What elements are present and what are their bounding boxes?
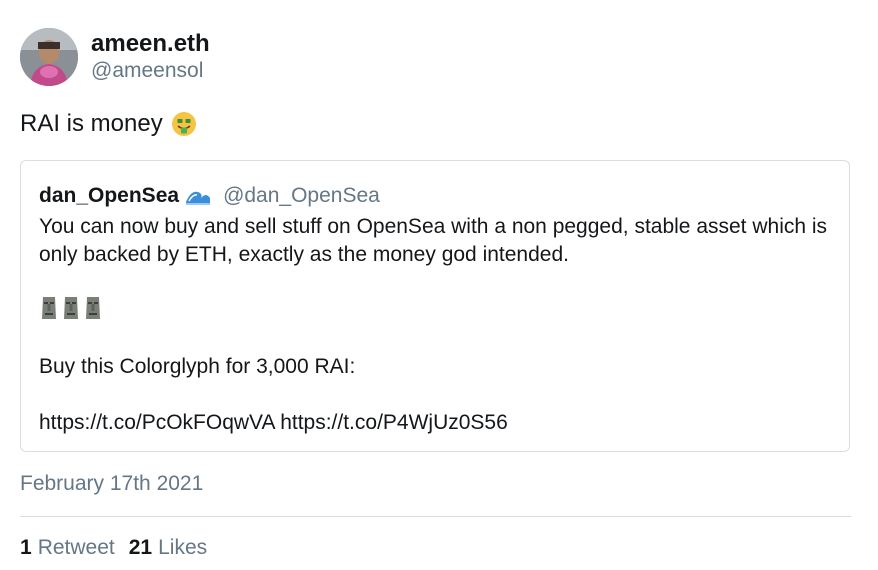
divider: [20, 516, 851, 517]
quoted-tweet-links[interactable]: https://t.co/PcOkFOqwVA https://t.co/P4W…: [39, 409, 508, 437]
quoted-tweet-header: dan_OpenSea @dan_OpenSea: [39, 183, 380, 209]
tweet-stats: 1 Retweet 21 Likes: [20, 534, 207, 562]
quoted-tweet-body: You can now buy and sell stuff on OpenSe…: [39, 215, 828, 266]
money-mouth-face-emoji: [171, 111, 197, 137]
retweet-count: 1: [20, 536, 32, 559]
quoted-author-name[interactable]: dan_OpenSea: [39, 183, 179, 209]
user-avatar[interactable]: [20, 28, 78, 86]
likes-label: Likes: [158, 536, 208, 559]
tweet-text: RAI is money: [20, 110, 163, 137]
moai-emoji-row: [39, 295, 103, 321]
tweet-timestamp[interactable]: February 17th 2021: [20, 470, 203, 498]
likes-count: 21: [128, 536, 153, 559]
moai-icon: [83, 295, 103, 321]
quoted-author-handle[interactable]: @dan_OpenSea: [223, 183, 380, 209]
tweet-card: ameen.eth @ameensol RAI is money dan_Ope…: [0, 0, 878, 570]
likes-stat[interactable]: 21 Likes: [129, 534, 207, 562]
quoted-tweet-line2: Buy this Colorglyph for 3,000 RAI:: [39, 355, 356, 378]
moai-icon: [39, 295, 59, 321]
quoted-tweet[interactable]: dan_OpenSea @dan_OpenSea You can now buy…: [20, 160, 850, 452]
water-wave-emoji: [185, 186, 211, 206]
author-handle[interactable]: @ameensol: [91, 58, 203, 84]
author-display-name[interactable]: ameen.eth: [91, 30, 210, 58]
retweet-stat[interactable]: 1 Retweet: [20, 534, 115, 562]
retweet-label: Retweet: [37, 536, 115, 559]
tweet-text-block: RAI is money: [20, 108, 197, 140]
moai-icon: [61, 295, 81, 321]
